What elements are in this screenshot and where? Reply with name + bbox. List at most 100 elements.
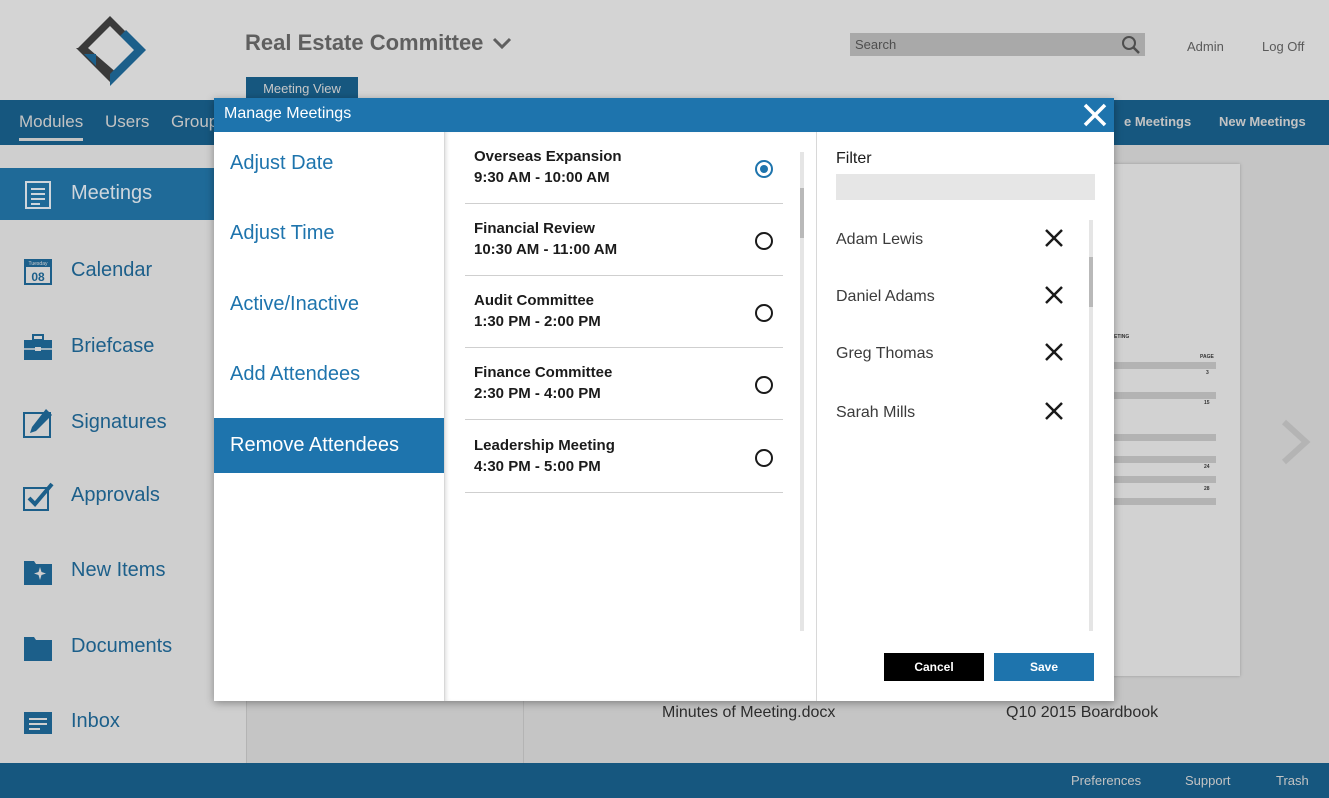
- doc-page-col: PAGE: [1200, 354, 1214, 360]
- menu-remove-attendees[interactable]: Remove Attendees: [214, 418, 444, 473]
- calendar-day-number: 08: [31, 270, 45, 284]
- attendee-row: Sarah Mills: [836, 398, 1076, 428]
- nav-users[interactable]: Users: [105, 112, 149, 132]
- attendees-scroll-thumb[interactable]: [1089, 257, 1093, 307]
- meeting-row[interactable]: Financial Review 10:30 AM - 11:00 AM: [465, 204, 783, 276]
- sidebar-item-label: Documents: [71, 635, 173, 657]
- meeting-name: Leadership Meeting: [474, 437, 615, 454]
- meetings-icon: [25, 181, 51, 209]
- doc-line: [1114, 434, 1216, 441]
- trash-link[interactable]: Trash: [1276, 773, 1309, 788]
- meeting-row[interactable]: Finance Committee 2:30 PM - 4:00 PM: [465, 348, 783, 420]
- meeting-time: 1:30 PM - 2:00 PM: [474, 313, 601, 330]
- app-header: Real Estate Committee Search Admin Log O…: [0, 0, 1329, 100]
- attendee-name: Sarah Mills: [836, 404, 916, 421]
- search-icon[interactable]: [1121, 35, 1141, 55]
- doc-page-num: 28: [1204, 486, 1210, 492]
- chevron-right-icon[interactable]: [1278, 418, 1312, 466]
- meeting-time: 9:30 AM - 10:00 AM: [474, 169, 610, 186]
- remove-attendee-icon[interactable]: [1043, 400, 1065, 422]
- doc-line: [1114, 392, 1216, 399]
- briefcase-icon: [24, 334, 52, 360]
- nav-manage-meetings[interactable]: e Meetings: [1124, 114, 1191, 129]
- doc-line: [1114, 476, 1216, 483]
- meeting-view-tab[interactable]: Meeting View: [246, 77, 358, 100]
- menu-active-inactive[interactable]: Active/Inactive: [214, 277, 444, 332]
- approval-check-icon: [23, 482, 54, 511]
- doc-line: [1114, 456, 1216, 463]
- meeting-radio[interactable]: [755, 304, 773, 322]
- meeting-time: 10:30 AM - 11:00 AM: [474, 241, 618, 258]
- nav-modules[interactable]: Modules: [19, 112, 84, 141]
- meeting-radio[interactable]: [755, 376, 773, 394]
- folder-icon: [24, 637, 52, 661]
- meeting-name: Finance Committee: [474, 364, 613, 381]
- sidebar-item-inbox[interactable]: Inbox: [0, 696, 246, 748]
- manage-meetings-dialog: Manage Meetings Adjust Date Adjust Time …: [214, 98, 1114, 701]
- chevron-down-icon[interactable]: [492, 36, 512, 50]
- menu-adjust-time[interactable]: Adjust Time: [214, 206, 444, 261]
- sidebar-item-label: Meetings: [71, 182, 153, 204]
- doc-line: [1114, 498, 1216, 505]
- sidebar-item-briefcase[interactable]: Briefcase: [0, 321, 246, 373]
- meeting-radio[interactable]: [755, 232, 773, 250]
- support-link[interactable]: Support: [1185, 773, 1231, 788]
- sidebar-item-new-items[interactable]: New Items: [0, 545, 246, 597]
- filter-input[interactable]: [836, 174, 1095, 200]
- sidebar-item-documents[interactable]: Documents: [0, 621, 246, 673]
- signature-icon: [23, 409, 52, 438]
- meetings-scroll-thumb[interactable]: [800, 188, 804, 238]
- nav-new-meetings[interactable]: New Meetings: [1219, 114, 1306, 129]
- doc-page-num: 24: [1204, 464, 1210, 470]
- filter-label: Filter: [836, 150, 872, 167]
- meeting-radio[interactable]: [755, 160, 773, 178]
- admin-link[interactable]: Admin: [1187, 39, 1224, 54]
- sidebar-item-label: Calendar: [71, 259, 153, 281]
- sidebar-item-approvals[interactable]: Approvals: [0, 470, 246, 522]
- meeting-time: 2:30 PM - 4:00 PM: [474, 385, 601, 402]
- menu-adjust-date[interactable]: Adjust Date: [214, 136, 444, 191]
- menu-item-label: Adjust Time: [230, 222, 335, 244]
- footer-bar: Preferences Support Trash: [0, 763, 1329, 798]
- menu-add-attendees[interactable]: Add Attendees: [214, 347, 444, 402]
- attendee-name: Greg Thomas: [836, 345, 934, 362]
- meeting-time: 4:30 PM - 5:00 PM: [474, 458, 601, 475]
- meeting-row[interactable]: Overseas Expansion 9:30 AM - 10:00 AM: [465, 132, 783, 204]
- sidebar-item-calendar[interactable]: Tuesday 08 Calendar: [0, 245, 246, 297]
- meetings-list: Overseas Expansion 9:30 AM - 10:00 AM Fi…: [444, 132, 816, 701]
- nav-groups[interactable]: Group: [171, 112, 218, 132]
- attendee-row: Daniel Adams: [836, 282, 1076, 312]
- sidebar-item-label: Inbox: [71, 710, 120, 732]
- meeting-name: Audit Committee: [474, 292, 594, 309]
- sidebar-item-label: Briefcase: [71, 335, 155, 357]
- app-logo[interactable]: [72, 14, 150, 88]
- attendee-name: Adam Lewis: [836, 231, 924, 248]
- sidebar-item-signatures[interactable]: Signatures: [0, 397, 246, 449]
- search-placeholder: Search: [855, 37, 897, 52]
- remove-attendee-icon[interactable]: [1043, 227, 1065, 249]
- meeting-name: Financial Review: [474, 220, 595, 237]
- attendee-row: Greg Thomas: [836, 339, 1076, 369]
- remove-attendee-icon[interactable]: [1043, 341, 1065, 363]
- attendee-name: Daniel Adams: [836, 288, 935, 305]
- logoff-link[interactable]: Log Off: [1262, 39, 1304, 54]
- doc-caption[interactable]: Q10 2015 Boardbook: [1006, 704, 1158, 722]
- doc-heading-text: ETING: [1114, 334, 1130, 340]
- cancel-button[interactable]: Cancel: [884, 653, 984, 681]
- remove-attendee-icon[interactable]: [1043, 284, 1065, 306]
- attendees-panel: Filter Adam Lewis Daniel Adams Greg Thom…: [816, 132, 1114, 701]
- meeting-row[interactable]: Audit Committee 1:30 PM - 2:00 PM: [465, 276, 783, 348]
- preferences-link[interactable]: Preferences: [1071, 773, 1141, 788]
- doc-line: [1114, 362, 1216, 369]
- meeting-radio[interactable]: [755, 449, 773, 467]
- committee-title[interactable]: Real Estate Committee: [245, 30, 483, 56]
- sidebar-item-meetings[interactable]: Meetings: [0, 168, 246, 220]
- meeting-row[interactable]: Leadership Meeting 4:30 PM - 5:00 PM: [465, 421, 783, 493]
- inbox-icon: [24, 712, 52, 734]
- menu-item-label: Active/Inactive: [230, 293, 359, 315]
- save-button[interactable]: Save: [994, 653, 1094, 681]
- calendar-day-label: Tuesday: [29, 261, 48, 267]
- close-icon[interactable]: [1082, 102, 1108, 128]
- search-input[interactable]: Search: [850, 33, 1145, 56]
- doc-caption[interactable]: Minutes of Meeting.docx: [662, 704, 835, 722]
